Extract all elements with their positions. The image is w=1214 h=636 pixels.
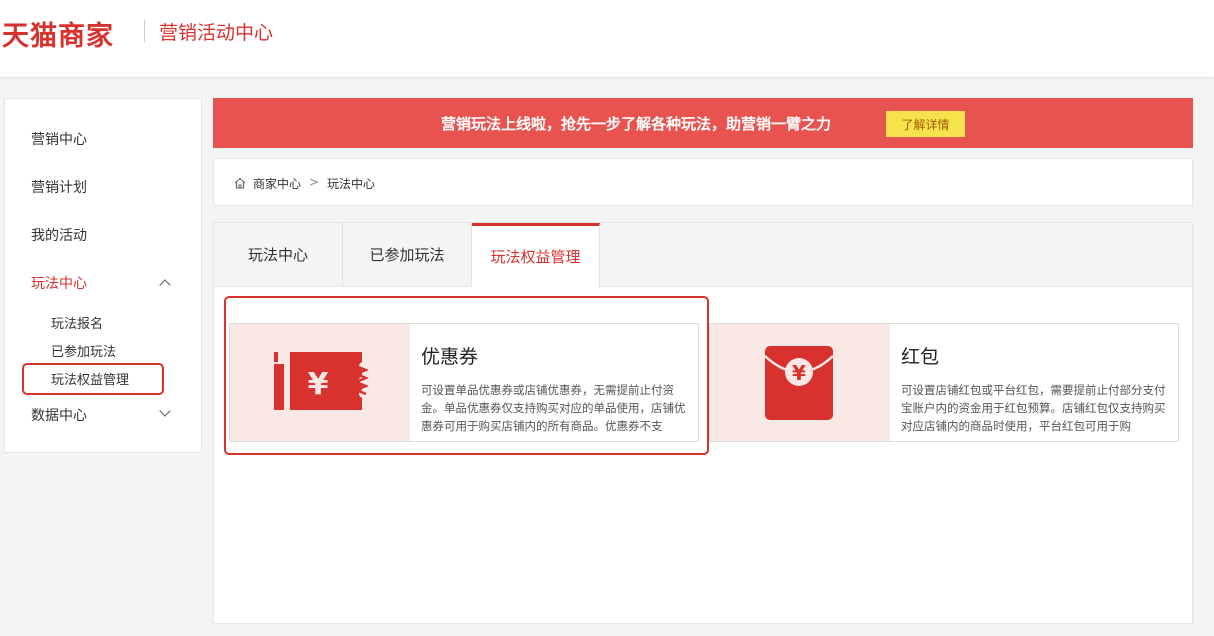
top-header: 天猫商家 营销活动中心 [0, 0, 1214, 78]
promo-banner: 营销玩法上线啦，抢先一步了解各种玩法，助营销一臂之力 了解详情 [213, 98, 1193, 148]
highlight-box [22, 363, 164, 395]
learn-more-button[interactable]: 了解详情 [886, 111, 965, 137]
breadcrumb-current: 玩法中心 [327, 177, 376, 191]
content-panel: 玩法中心 已参加玩法 玩法权益管理 ¥ 优惠券 可设置单品优惠券或店铺优惠券，无… [213, 222, 1193, 624]
tab-play-center[interactable]: 玩法中心 [214, 223, 343, 286]
sidebar-subitem-registration[interactable]: 玩法报名 [51, 313, 103, 332]
red-envelope-icon: ¥ [764, 346, 834, 420]
tab-joined-plays[interactable]: 已参加玩法 [343, 223, 472, 286]
banner-text: 营销玩法上线啦，抢先一步了解各种玩法，助营销一臂之力 [441, 115, 832, 133]
sidebar-subitem-joined[interactable]: 已参加玩法 [51, 341, 116, 360]
chevron-up-icon[interactable] [159, 279, 171, 291]
tab-bar: 玩法中心 已参加玩法 玩法权益管理 [214, 223, 1192, 287]
sidebar-item-data-center[interactable]: 数据中心 [31, 405, 87, 425]
chevron-down-icon[interactable] [159, 405, 171, 417]
tmall-merchant-logo[interactable]: 天猫商家 [2, 14, 114, 53]
card-title: 红包 [901, 346, 940, 368]
breadcrumb-home[interactable]: 商家中心 [253, 175, 301, 192]
svg-text:¥: ¥ [792, 361, 806, 385]
breadcrumb-separator: > [309, 175, 320, 189]
sidebar-item-marketing-center[interactable]: 营销中心 [31, 129, 87, 149]
card-image: ¥ [710, 324, 890, 441]
sidebar-item-marketing-plan[interactable]: 营销计划 [31, 177, 87, 197]
sidebar-item-my-activities[interactable]: 我的活动 [31, 225, 87, 245]
header-title[interactable]: 营销活动中心 [159, 18, 273, 45]
header-divider [144, 20, 145, 42]
sidebar-item-play-center[interactable]: 玩法中心 [31, 273, 87, 293]
sidebar: 营销中心 营销计划 我的活动 玩法中心 玩法报名 已参加玩法 玩法权益管理 数据… [4, 98, 202, 453]
home-icon[interactable] [234, 177, 246, 189]
highlight-box [224, 296, 709, 455]
tab-rights-management[interactable]: 玩法权益管理 [472, 223, 600, 287]
red-envelope-card[interactable]: ¥ 红包 可设置店铺红包或平台红包，需要提前止付部分支付宝账户内的资金用于红包预… [709, 323, 1179, 442]
card-description: 可设置店铺红包或平台红包，需要提前止付部分支付宝账户内的资金用于红包预算。店铺红… [901, 383, 1166, 433]
breadcrumb: 商家中心 > 玩法中心 [213, 158, 1193, 206]
